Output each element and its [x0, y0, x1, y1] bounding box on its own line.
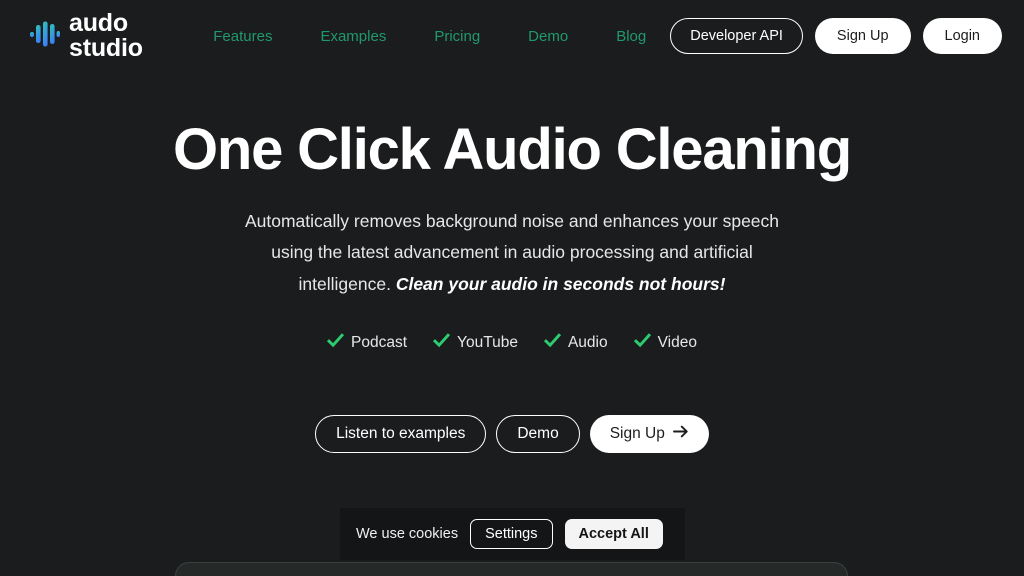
check-icon: [326, 332, 345, 354]
feature-label: Audio: [567, 334, 608, 352]
cookie-accept-all-button[interactable]: Accept All: [564, 519, 663, 549]
cookie-consent-banner: We use cookies Settings Accept All: [340, 508, 685, 560]
cookie-message: We use cookies: [356, 526, 459, 542]
check-icon: [543, 332, 562, 354]
page-title: One Click Audio Cleaning: [172, 117, 852, 182]
listen-to-examples-button[interactable]: Listen to examples: [315, 415, 487, 454]
demo-button[interactable]: Demo: [496, 415, 580, 454]
hero-description: Automatically removes background noise a…: [232, 206, 792, 301]
hero-description-emphasis: Clean your audio in seconds not hours!: [395, 273, 726, 294]
feature-list: Podcast YouTube Audio Video: [326, 332, 697, 354]
feature-item-youtube: YouTube: [432, 332, 518, 354]
hero-section: One Click Audio Cleaning Automatically r…: [0, 0, 1024, 576]
cta-button-row: Listen to examples Demo Sign Up: [315, 415, 709, 454]
sign-up-button-hero[interactable]: Sign Up: [589, 415, 709, 454]
arrow-right-icon: [672, 425, 689, 443]
feature-item-audio: Audio: [543, 332, 608, 354]
sign-up-label: Sign Up: [609, 425, 665, 443]
feature-label: Podcast: [351, 334, 408, 352]
feature-label: YouTube: [457, 334, 518, 352]
cookie-settings-button[interactable]: Settings: [470, 519, 553, 549]
app-preview-card: [175, 562, 848, 576]
check-icon: [633, 332, 651, 354]
feature-label: Video: [657, 334, 697, 352]
feature-item-video: Video: [633, 332, 697, 354]
feature-item-podcast: Podcast: [326, 332, 408, 354]
landing-page: audo studio Features Examples Pricing De…: [0, 0, 1024, 576]
check-icon: [432, 332, 451, 354]
